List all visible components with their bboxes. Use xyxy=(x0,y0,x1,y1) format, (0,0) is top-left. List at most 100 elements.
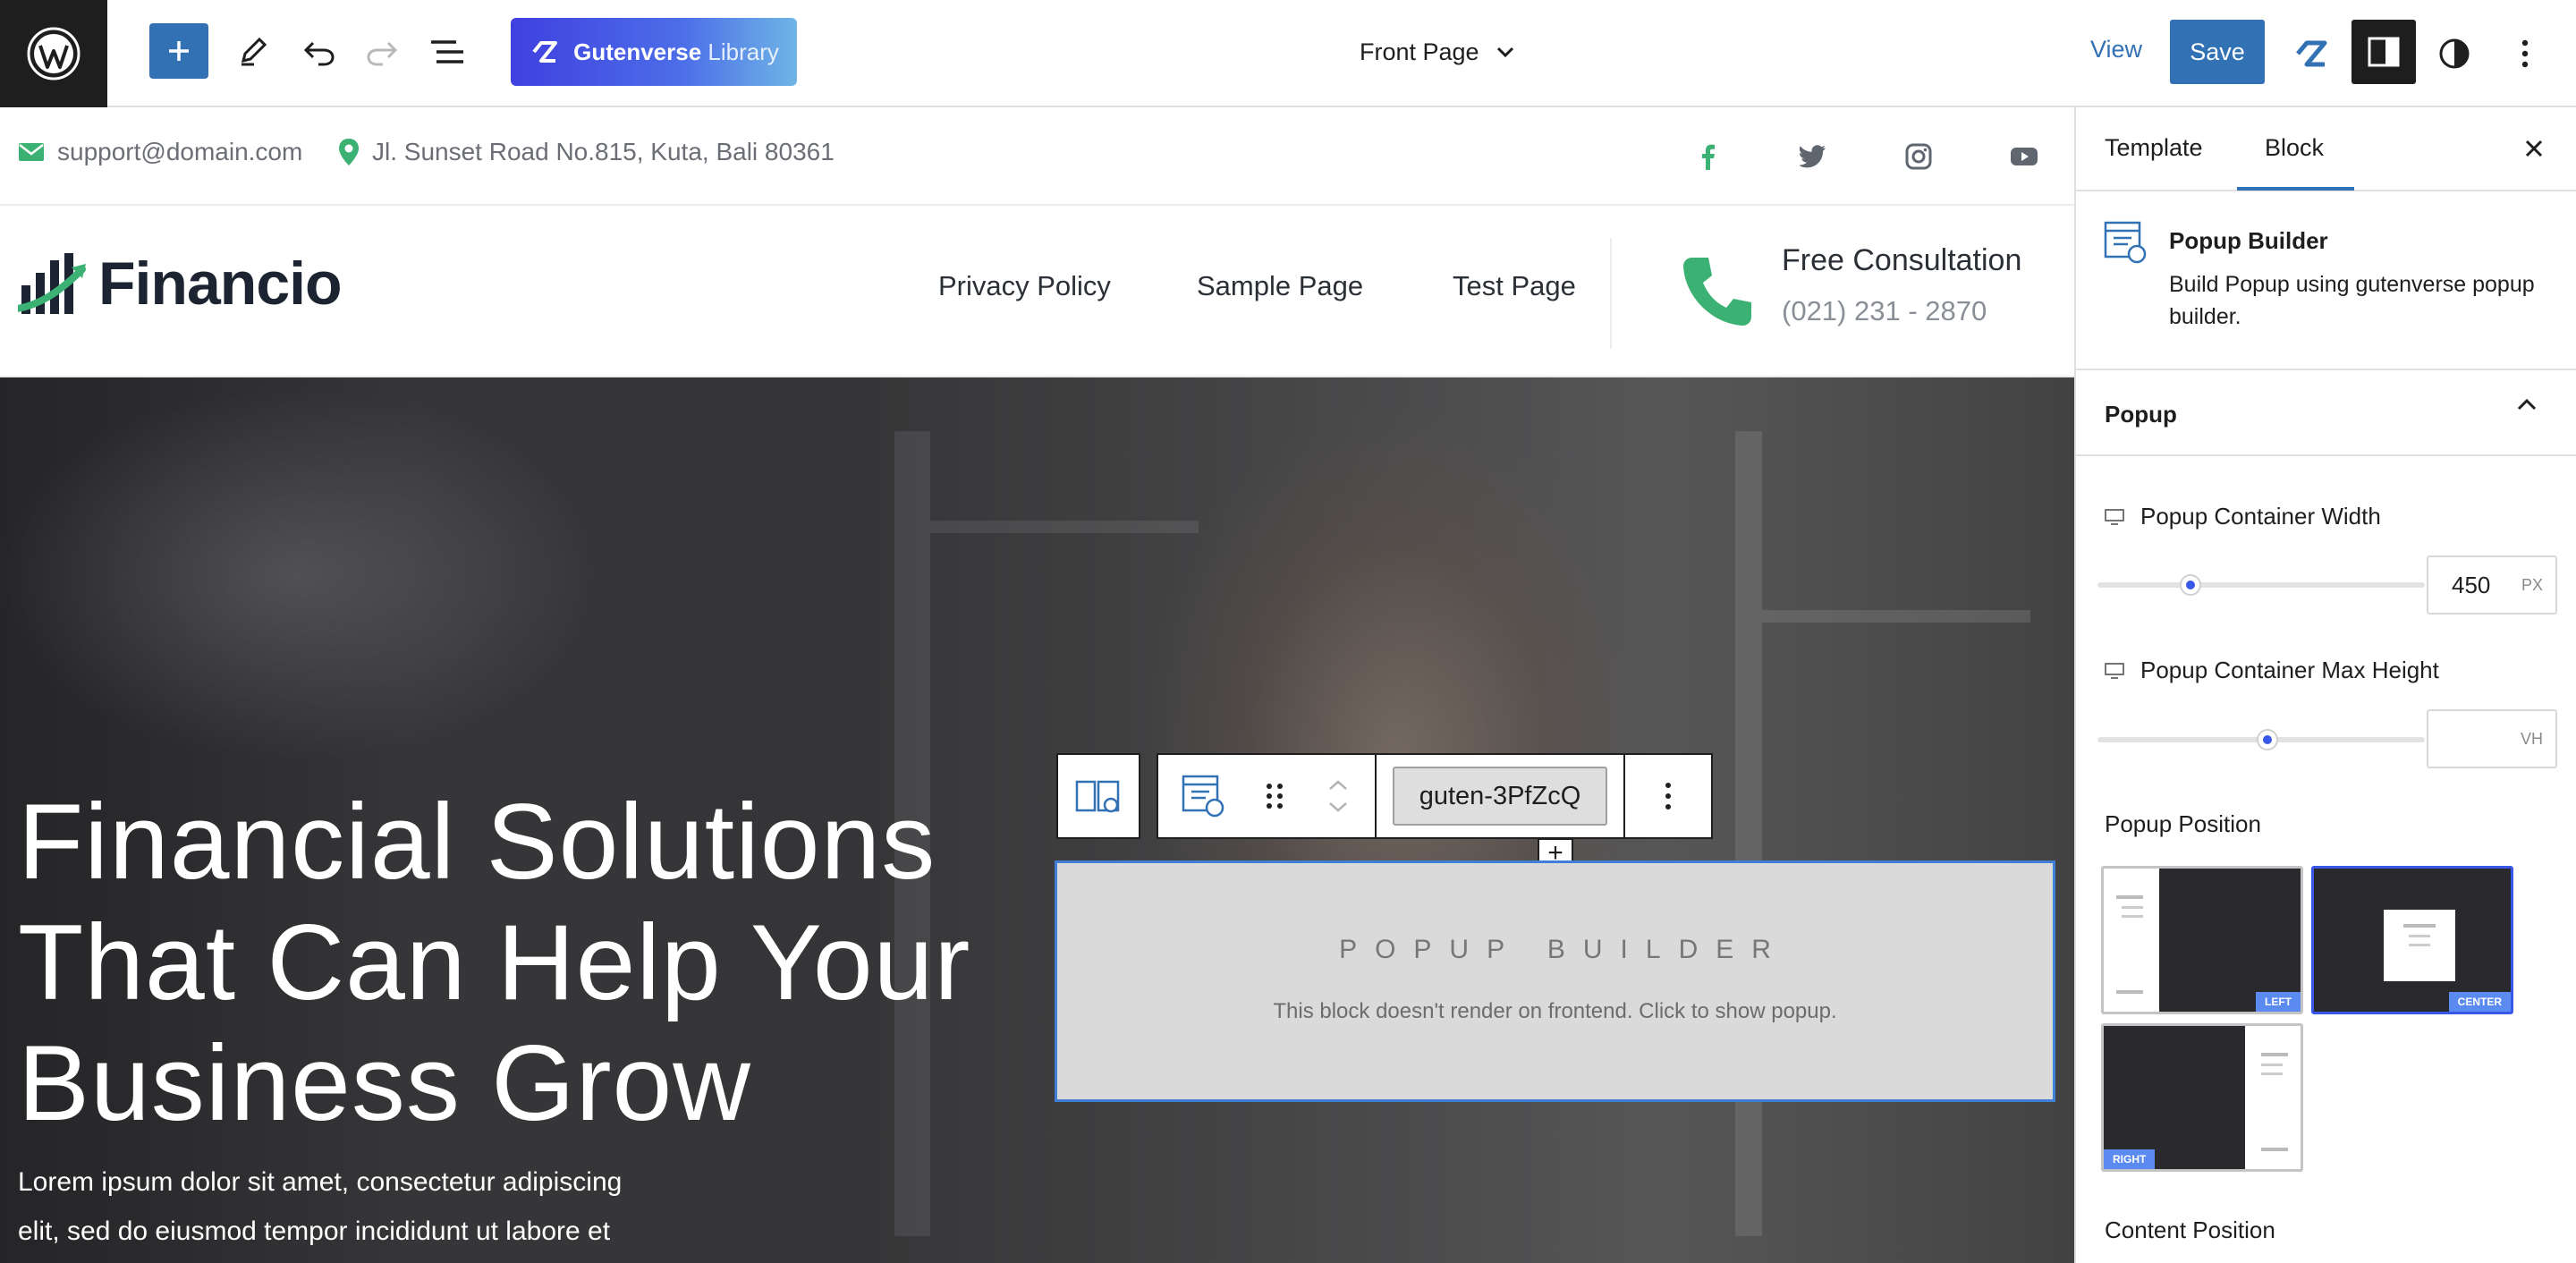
move-down-icon[interactable] xyxy=(1327,801,1349,812)
nav-item-sample-page[interactable]: Sample Page xyxy=(1197,270,1363,302)
library-word-text: Library xyxy=(708,38,779,65)
wordpress-logo-button[interactable] xyxy=(0,0,107,107)
redo-button[interactable] xyxy=(363,34,401,72)
active-tab-indicator xyxy=(2237,187,2354,191)
gutenverse-library-button[interactable]: Gutenverse Library xyxy=(511,18,797,86)
container-max-height-label: Popup Container Max Height xyxy=(2105,657,2439,684)
undo-button[interactable] xyxy=(301,34,338,72)
position-option-center[interactable]: CENTER xyxy=(2311,866,2513,1014)
popup-parent-icon xyxy=(1075,780,1120,813)
preview-line xyxy=(2409,944,2430,946)
popup-panel-toggle[interactable]: Popup xyxy=(2076,370,2576,456)
gutenverse-logo-icon xyxy=(2296,40,2327,67)
site-title: Financio xyxy=(98,250,343,318)
block-options-button[interactable] xyxy=(1625,755,1711,837)
header-divider xyxy=(1610,238,1612,349)
block-anchor-chip[interactable]: guten-3PfZcQ xyxy=(1393,767,1607,826)
hero-paragraph[interactable]: Lorem ipsum dolor sit amet, consectetur … xyxy=(18,1157,698,1256)
content-position-label: Content Position xyxy=(2105,1216,2275,1243)
preview-line xyxy=(2403,924,2436,928)
address-info: Jl. Sunset Road No.815, Kuta, Bali 80361 xyxy=(338,138,835,166)
preview-line xyxy=(2122,915,2143,918)
settings-sidebar-toggle[interactable] xyxy=(2351,20,2416,84)
container-width-label: Popup Container Width xyxy=(2105,503,2381,530)
block-type-button[interactable] xyxy=(1158,755,1248,837)
map-pin-icon xyxy=(339,139,359,165)
facebook-link[interactable] xyxy=(1693,141,1724,172)
cta-phone-number[interactable]: (021) 231 - 2870 xyxy=(1782,295,1987,327)
styles-button[interactable] xyxy=(2435,34,2474,73)
options-menu-button[interactable] xyxy=(2512,34,2538,73)
instagram-link[interactable] xyxy=(1903,141,1934,172)
save-button[interactable]: Save xyxy=(2170,20,2265,84)
popup-builder-icon xyxy=(1182,775,1224,818)
youtube-link[interactable] xyxy=(2009,141,2039,172)
nav-item-privacy-policy[interactable]: Privacy Policy xyxy=(938,270,1111,302)
popup-block-title: POPUP BUILDER xyxy=(1339,935,1789,964)
tab-block[interactable]: Block xyxy=(2265,134,2324,162)
document-title-dropdown[interactable]: Front Page xyxy=(1360,30,1515,73)
container-width-slider[interactable] xyxy=(2097,574,2425,596)
container-width-unit[interactable]: PX xyxy=(2521,576,2543,595)
preview-line xyxy=(2261,1053,2288,1056)
container-width-input[interactable]: 450 PX xyxy=(2427,555,2557,615)
preview-line xyxy=(2261,1064,2283,1066)
desktop-icon[interactable] xyxy=(2105,662,2124,679)
desktop-icon[interactable] xyxy=(2105,508,2124,525)
sidebar-tabs: Template Block xyxy=(2076,107,2576,191)
drag-icon xyxy=(1267,784,1283,809)
popup-builder-block[interactable]: POPUP BUILDER This block doesn't render … xyxy=(1055,860,2055,1102)
undo-icon xyxy=(303,41,335,66)
close-icon xyxy=(2525,140,2543,157)
editor-topbar: Gutenverse Library Front Page View Save xyxy=(0,0,2576,107)
close-sidebar-button[interactable] xyxy=(2516,131,2552,166)
hero-heading[interactable]: Financial Solutions That Can Help Your B… xyxy=(18,782,1038,1144)
add-block-button[interactable] xyxy=(149,23,208,79)
slider-thumb[interactable] xyxy=(2257,729,2278,750)
position-option-left[interactable]: LEFT xyxy=(2101,866,2303,1014)
hero-section[interactable]: Financial Solutions That Can Help Your B… xyxy=(0,377,2074,1263)
edit-tool-button[interactable] xyxy=(234,32,272,70)
block-toolbar: guten-3PfZcQ xyxy=(1157,753,1713,839)
preview-line xyxy=(2409,935,2430,937)
site-logo[interactable]: Financio xyxy=(18,249,343,318)
preview-line xyxy=(2261,1072,2283,1075)
twitter-link[interactable] xyxy=(1798,141,1828,172)
container-max-height-unit[interactable]: VH xyxy=(2521,730,2543,749)
popup-block-subtitle: This block doesn't render on frontend. C… xyxy=(1273,999,1837,1023)
envelope-icon xyxy=(19,143,44,161)
tab-template[interactable]: Template xyxy=(2105,134,2203,162)
document-overview-button[interactable] xyxy=(428,36,467,68)
nav-item-test-page[interactable]: Test Page xyxy=(1453,270,1576,302)
editor-canvas[interactable]: support@domain.com Jl. Sunset Road No.81… xyxy=(0,107,2074,1263)
slider-thumb[interactable] xyxy=(2180,574,2201,596)
library-brand-text: Gutenverse xyxy=(573,38,702,65)
block-card: Popup Builder Build Popup using gutenver… xyxy=(2076,191,2576,370)
view-button[interactable]: View xyxy=(2090,36,2142,64)
hero-paragraph-line: elit, sed do eiusmod tempor incididunt u… xyxy=(18,1216,611,1246)
container-width-value: 450 xyxy=(2452,571,2491,598)
position-tag-right: RIGHT xyxy=(2104,1149,2156,1169)
block-parent-selector[interactable] xyxy=(1056,753,1140,839)
gutenverse-icon xyxy=(532,41,558,63)
block-card-description: Build Popup using gutenverse popup build… xyxy=(2169,272,2535,329)
address-text: Jl. Sunset Road No.815, Kuta, Bali 80361 xyxy=(372,138,835,165)
twitter-icon xyxy=(1800,145,1826,168)
phone-icon xyxy=(1680,254,1755,334)
wordpress-icon xyxy=(27,27,80,81)
container-max-height-label-text: Popup Container Max Height xyxy=(2140,657,2439,683)
settings-sidebar: Template Block Popup Builder Build Popup… xyxy=(2074,107,2576,1263)
position-tag-left: LEFT xyxy=(2256,992,2301,1012)
instagram-icon xyxy=(1905,143,1932,170)
email-info[interactable]: support@domain.com xyxy=(18,138,302,166)
move-up-icon[interactable] xyxy=(1327,780,1349,791)
facebook-icon xyxy=(1702,144,1715,170)
redo-icon xyxy=(367,41,398,66)
position-option-right[interactable]: RIGHT xyxy=(2101,1023,2303,1172)
container-max-height-input[interactable]: VH xyxy=(2427,709,2557,768)
gutenverse-panel-button[interactable] xyxy=(2292,34,2331,73)
anchor-chip-wrap: guten-3PfZcQ xyxy=(1377,755,1625,837)
container-max-height-slider[interactable] xyxy=(2097,729,2425,750)
drag-handle[interactable] xyxy=(1248,755,1301,837)
sidebar-icon xyxy=(2368,37,2400,67)
